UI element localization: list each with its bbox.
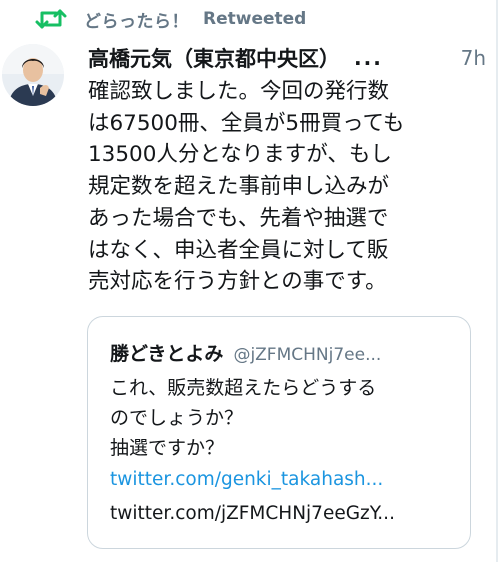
retweet-context: どらったら！ Retweeted xyxy=(34,6,306,32)
author-avatar[interactable] xyxy=(2,44,64,106)
tweet-text-line: 売対応を行う方針との事です。 xyxy=(88,269,387,295)
retweeter-name[interactable]: どらったら！ xyxy=(84,7,189,32)
tweet-text-line: あった場合でも、先着や抽選で xyxy=(88,205,389,231)
tweet-text-line: 規定数を超えた事前申し込みが xyxy=(88,174,390,200)
tweet-header: 高橋元気（東京都中央区） ... 7h xyxy=(88,40,486,76)
tweet-text: 確認致しました。今回の発行数 は67500冊、全員が5冊買っても 13500人分… xyxy=(88,76,488,298)
retweet-icon xyxy=(34,7,68,31)
tweet-timestamp[interactable]: 7h xyxy=(461,46,486,70)
retweeted-label: Retweeted xyxy=(203,9,307,29)
quoted-text-line: これ、販売数超えたらどうする xyxy=(110,377,377,399)
quoted-tweet-card[interactable]: 勝どきとよみ @jZFMCHNj7ee... これ、販売数超えたらどうする のでし… xyxy=(87,316,471,549)
quoted-tweet-url[interactable]: twitter.com/jZFMCHNj7eeGzY... xyxy=(110,503,395,524)
tweet-text-line: はなく、申込者全員に対して販 xyxy=(88,237,389,263)
author-name-ellipsis: ... xyxy=(354,46,383,70)
quoted-tweet-link[interactable]: twitter.com/genki_takahash... xyxy=(110,469,383,490)
quoted-tweet-header: 勝どきとよみ @jZFMCHNj7ee... xyxy=(110,339,381,366)
quoted-text-line: のでしょうか？ xyxy=(110,407,244,429)
tweet-text-line: 13500人分となりますが、もし xyxy=(88,142,392,168)
quoted-author-name: 勝どきとよみ xyxy=(110,343,224,365)
tweet-text-line: は67500冊、全員が5冊買っても xyxy=(88,110,405,136)
quoted-tweet-text: これ、販売数超えたらどうする のでしょうか？ 抽選ですか？ xyxy=(110,373,460,463)
quoted-author-handle: @jZFMCHNj7ee... xyxy=(233,345,382,365)
tweet-text-line: 確認致しました。今回の発行数 xyxy=(88,79,390,104)
author-name[interactable]: 高橋元気（東京都中央区） xyxy=(88,43,340,73)
quoted-text-line: 抽選ですか？ xyxy=(110,437,225,459)
